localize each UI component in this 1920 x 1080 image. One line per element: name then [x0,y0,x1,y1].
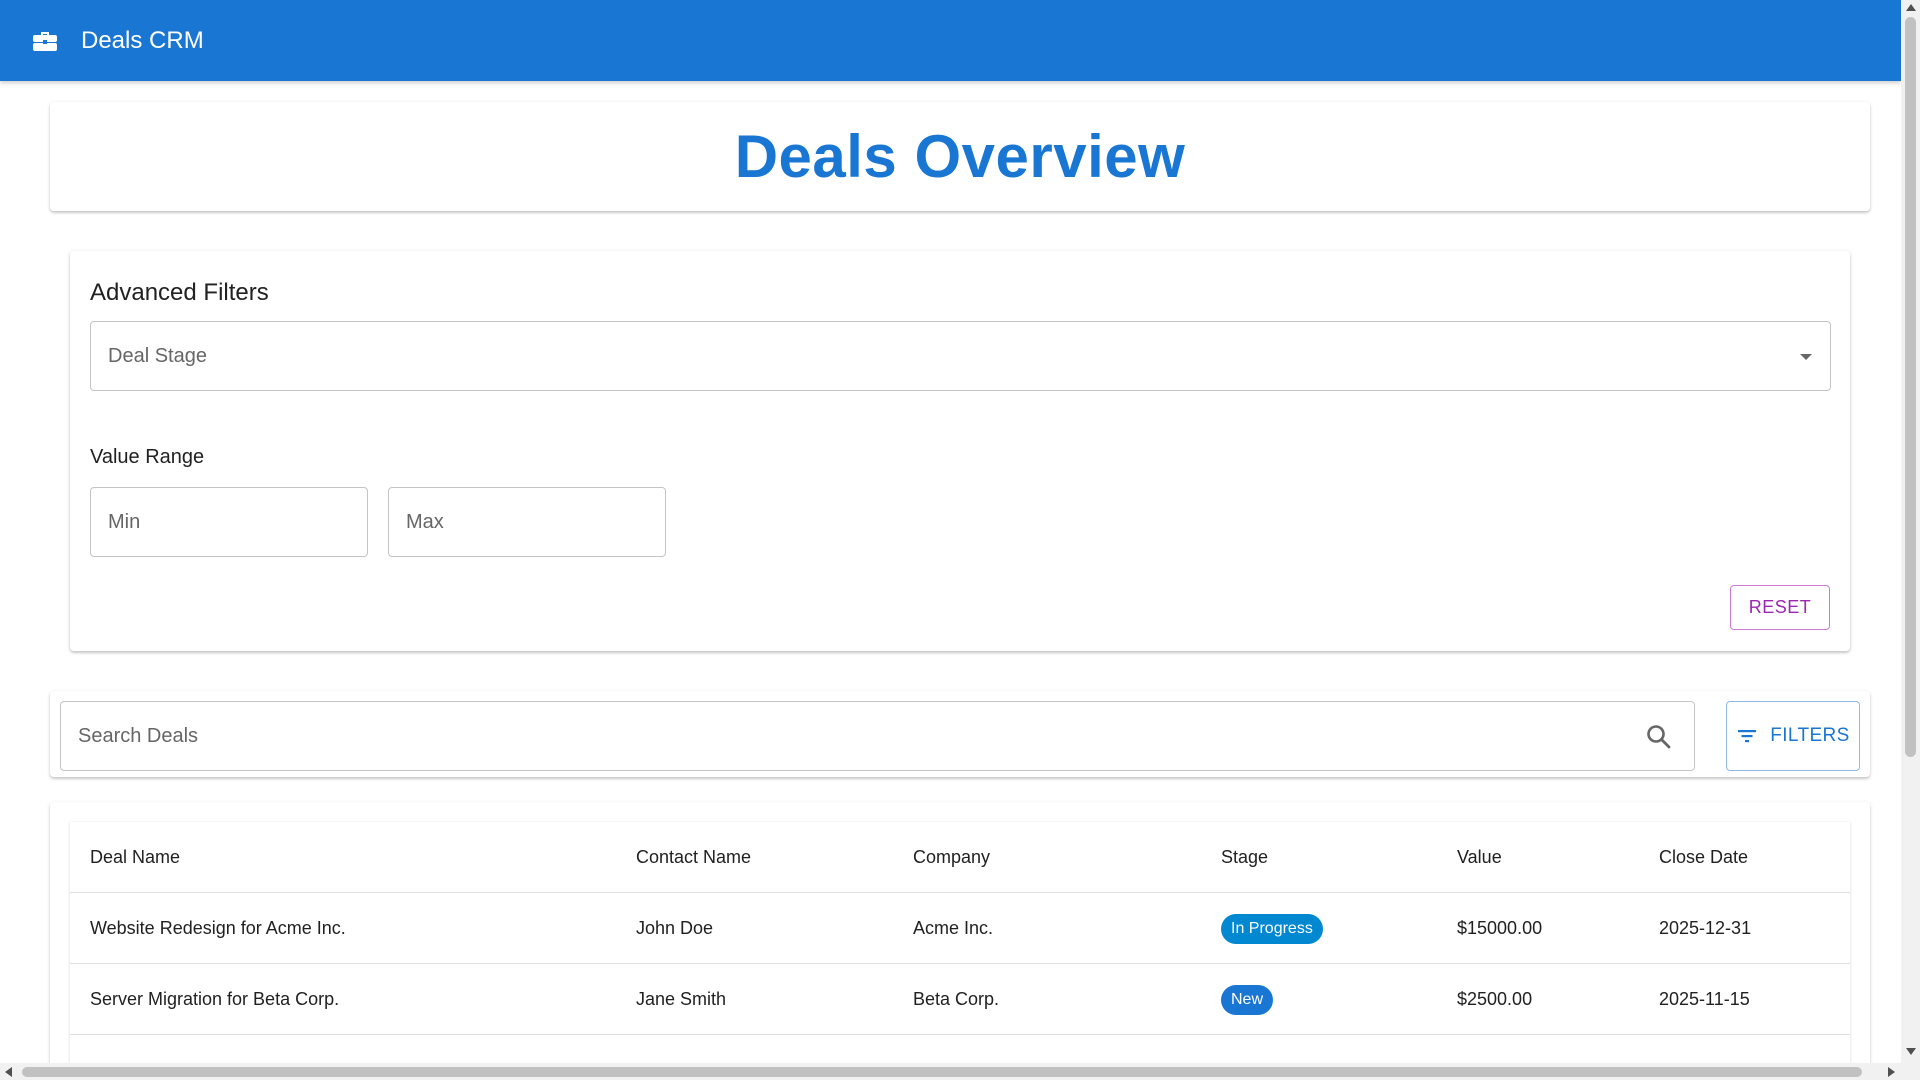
stage-badge: In Progress [1221,913,1323,944]
scroll-down-arrow-icon[interactable] [1906,1048,1916,1055]
scroll-right-arrow-icon[interactable] [1888,1067,1895,1077]
header-stage[interactable]: Stage [1221,822,1268,893]
app-title: Deals CRM [81,26,204,54]
filters-heading: Advanced Filters [90,279,269,306]
min-value-input[interactable]: Min [90,487,368,557]
search-bar-card: Search Deals FILTERS [50,691,1870,777]
scroll-left-arrow-icon[interactable] [5,1067,12,1077]
horizontal-scroll-thumb[interactable] [22,1067,1862,1077]
search-placeholder: Search Deals [78,724,199,747]
table-row-partial[interactable] [70,1035,1850,1063]
page-title: Deals Overview [734,123,1186,190]
advanced-filters-card: Advanced Filters Deal Stage Value Range … [70,251,1850,651]
company-cell: Acme Inc. [913,918,994,938]
filters-button-label: FILTERS [1770,725,1850,746]
horizontal-scrollbar[interactable] [0,1063,1901,1080]
search-icon[interactable] [1644,722,1674,752]
min-placeholder: Min [108,510,141,533]
max-placeholder: Max [406,510,444,533]
vertical-scrollbar[interactable] [1901,0,1920,1080]
table-row[interactable]: Website Redesign for Acme Inc. John Doe … [70,893,1850,964]
filters-button[interactable]: FILTERS [1726,701,1860,771]
filter-list-icon [1736,725,1758,747]
reset-button[interactable]: RESET [1730,585,1830,630]
scroll-up-arrow-icon[interactable] [1906,4,1916,11]
contact-name-cell: Jane Smith [636,989,727,1009]
contact-name-cell: John Doe [636,918,714,938]
value-cell: $2500.00 [1457,989,1533,1009]
stage-cell [1221,1035,1273,1063]
table-row[interactable]: Server Migration for Beta Corp. Jane Smi… [70,964,1850,1035]
header-close-date[interactable]: Close Date [1659,822,1748,893]
briefcase-icon [31,27,59,55]
close-date-cell: 2025-12-31 [1659,918,1752,938]
dropdown-arrow-icon [1800,354,1812,360]
stage-cell: In Progress [1221,893,1323,964]
header-contact-name[interactable]: Contact Name [636,822,751,893]
table-header-row: Deal Name Contact Name Company Stage Val… [70,822,1850,893]
header-company[interactable]: Company [913,822,990,893]
close-date-cell: 2025-11-15 [1659,989,1750,1009]
deal-name-cell: Server Migration for Beta Corp. [90,989,340,1009]
header-value[interactable]: Value [1457,822,1502,893]
deal-name-cell: Website Redesign for Acme Inc. [90,918,346,938]
page-content: Deals Overview Advanced Filters Deal Sta… [0,81,1901,1063]
overview-card: Deals Overview [50,102,1870,211]
stage-badge: New [1221,984,1274,1015]
vertical-scroll-thumb[interactable] [1905,17,1916,757]
search-input[interactable]: Search Deals [60,701,1695,771]
deal-stage-select[interactable]: Deal Stage [90,321,1831,391]
deal-stage-placeholder: Deal Stage [108,344,207,367]
header-deal-name[interactable]: Deal Name [90,822,180,893]
value-cell: $15000.00 [1457,918,1543,938]
max-value-input[interactable]: Max [388,487,666,557]
deals-table-card: Deal Name Contact Name Company Stage Val… [50,802,1870,1063]
filters-panel: Advanced Filters Deal Stage Value Range … [50,241,1870,751]
app-bar: Deals CRM [0,0,1901,81]
deals-table: Deal Name Contact Name Company Stage Val… [70,822,1850,1063]
stage-cell: New [1221,964,1274,1035]
value-range-label: Value Range [90,446,205,468]
company-cell: Beta Corp. [913,989,1000,1009]
